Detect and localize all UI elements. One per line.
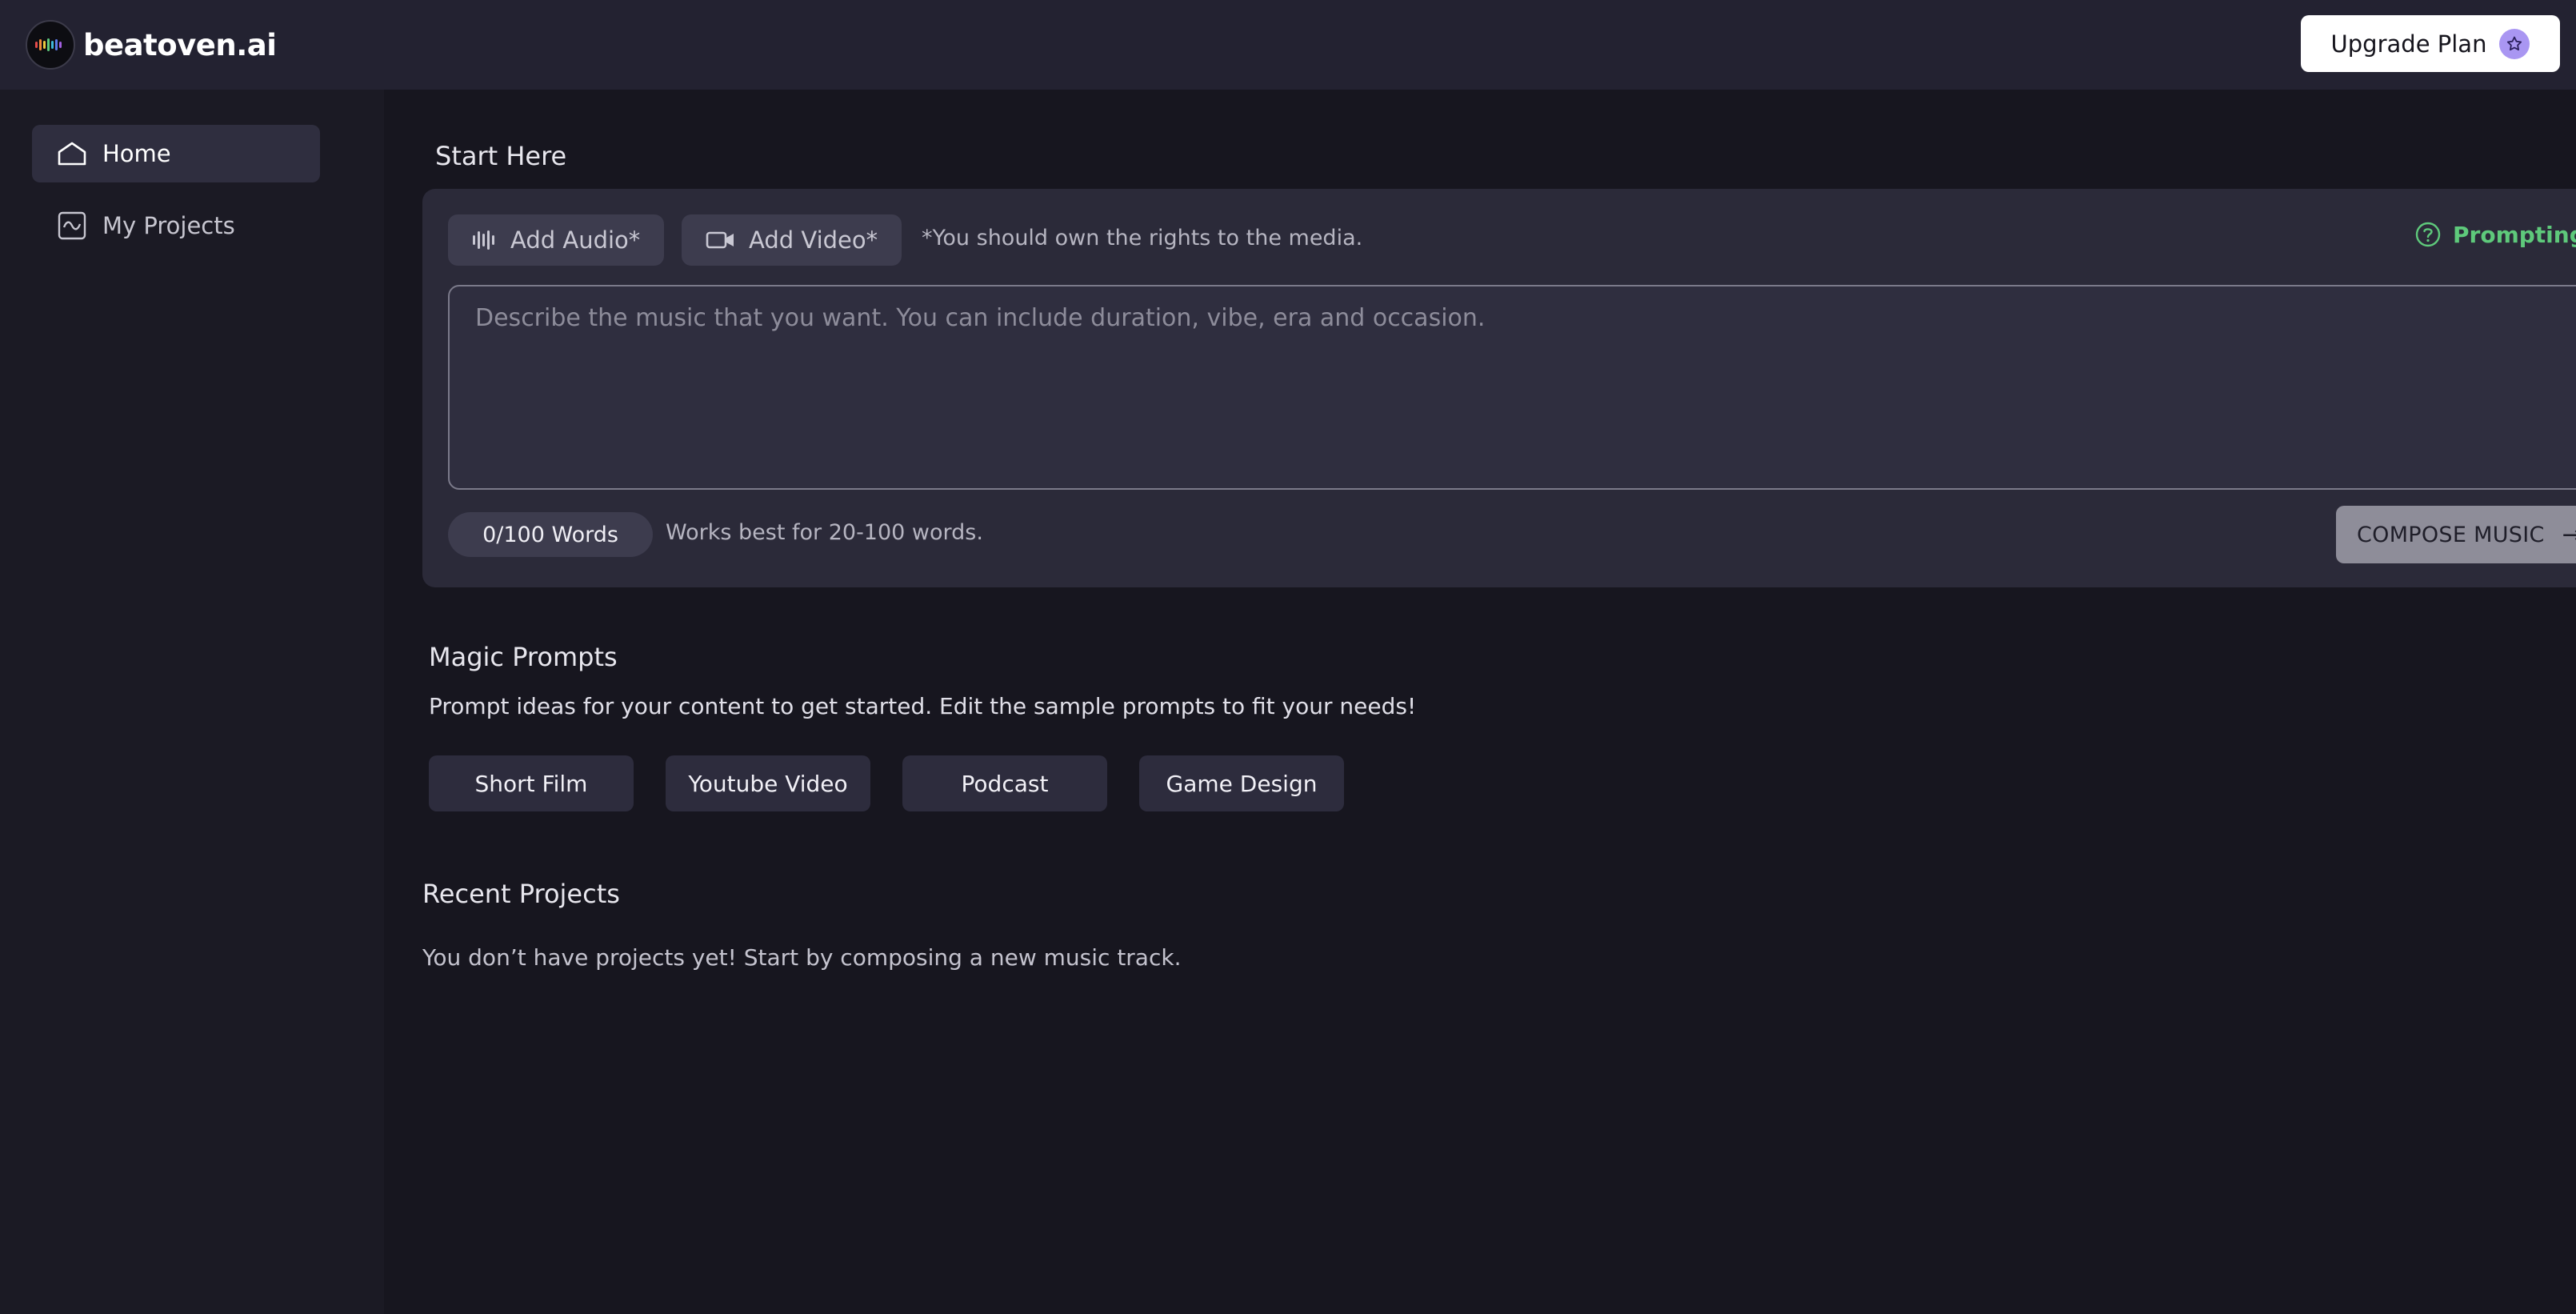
premium-star-icon [2499,28,2530,59]
waveform-box-icon [58,211,86,240]
prompt-chip-podcast[interactable]: Podcast [902,755,1107,811]
prompt-chip-short-film[interactable]: Short Film [429,755,634,811]
top-bar: beatoven.ai Upgrade Plan [0,0,2576,90]
help-circle-icon [2415,222,2441,247]
add-video-button[interactable]: Add Video* [682,214,902,266]
add-audio-label: Add Audio* [510,226,641,254]
add-audio-button[interactable]: Add Audio* [448,214,665,266]
sidebar-item-my-projects[interactable]: My Projects [32,197,320,254]
prompt-chip-game-design[interactable]: Game Design [1139,755,1344,811]
prompt-chip-youtube-video[interactable]: Youtube Video [666,755,870,811]
arrow-right-icon: → [2562,520,2576,549]
start-here-title: Start Here [435,141,567,171]
sidebar-item-label: Home [102,140,171,167]
sidebar-item-home[interactable]: Home [32,125,320,182]
add-video-label: Add Video* [749,226,878,254]
logo[interactable]: beatoven.ai [26,20,277,70]
compose-music-button[interactable]: COMPOSE MUSIC → [2336,506,2576,563]
audio-waveform-icon [473,230,494,250]
upgrade-plan-label: Upgrade Plan [2330,30,2487,58]
home-icon [58,142,86,166]
prompting-tips-link[interactable]: Prompting T [2414,221,2576,248]
recent-projects-empty-message: You don’t have projects yet! Start by co… [422,944,1182,971]
music-prompt-input[interactable] [448,285,2576,490]
word-count-badge: 0/100 Words [448,512,653,557]
beatoven-logo-icon [26,20,75,70]
media-rights-note: *You should own the rights to the media. [922,226,1363,250]
word-count-hint: Works best for 20-100 words. [666,520,983,545]
prompting-tips-label: Prompting T [2453,221,2576,248]
start-panel: Add Audio* Add Video* *You should own th… [422,189,2576,587]
upgrade-plan-button[interactable]: Upgrade Plan [2301,15,2560,72]
sidebar-item-label: My Projects [102,212,235,239]
magic-prompts-title: Magic Prompts [429,642,618,672]
magic-prompts-description: Prompt ideas for your content to get sta… [429,693,1417,719]
sidebar: Home My Projects [0,90,384,1314]
video-camera-icon [706,231,734,249]
compose-music-label: COMPOSE MUSIC [2357,522,2545,547]
recent-projects-title: Recent Projects [422,879,620,909]
brand-name: beatoven.ai [83,27,277,62]
